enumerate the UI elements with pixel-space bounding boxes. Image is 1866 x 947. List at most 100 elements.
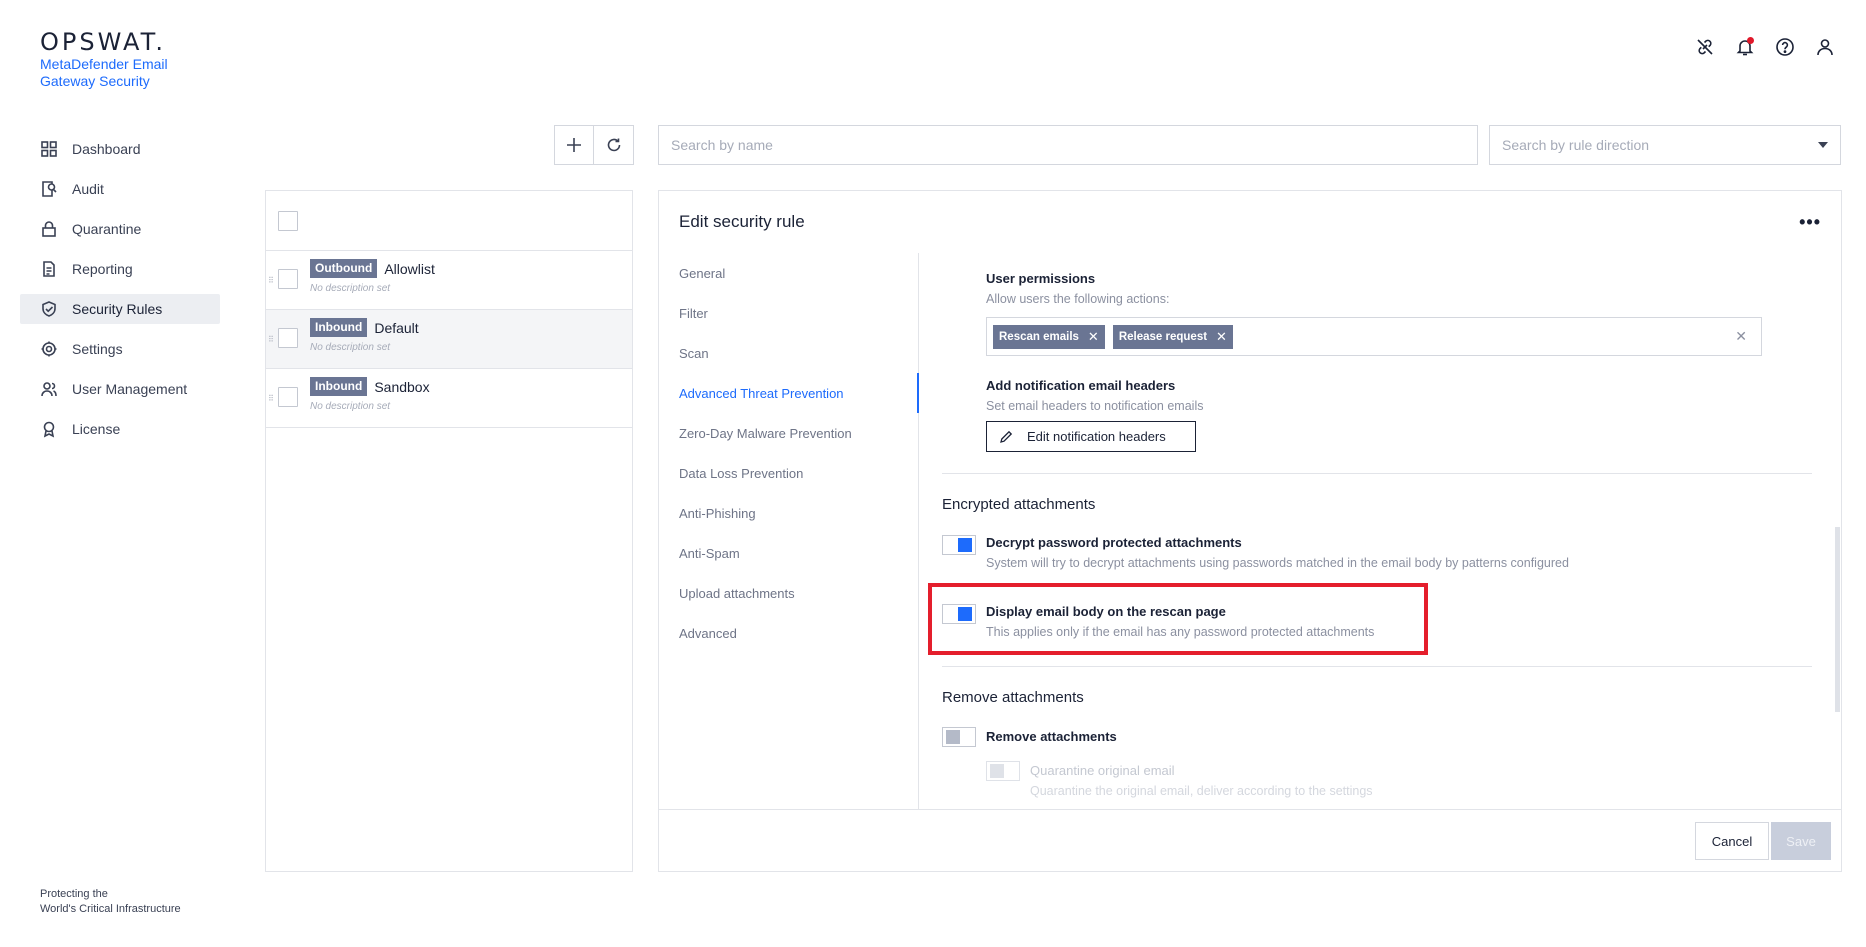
add-rule-button[interactable]: [554, 125, 594, 165]
scroll-thumb[interactable]: [1835, 527, 1840, 712]
permission-tag: Release request ✕: [1112, 324, 1233, 349]
notification-headers-desc: Set email headers to notification emails: [986, 399, 1204, 413]
rule-row[interactable]: ⠿ Inbound Sandbox No description set: [266, 369, 632, 428]
sidebar-item-label: Dashboard: [72, 141, 141, 157]
user-permissions-desc: Allow users the following actions:: [986, 292, 1170, 306]
sidebar-item-audit[interactable]: Audit: [20, 174, 220, 204]
quarantine-original-toggle[interactable]: [986, 761, 1020, 781]
sidebar-item-dashboard[interactable]: Dashboard: [20, 134, 220, 164]
permission-tag: Rescan emails ✕: [993, 324, 1105, 349]
tab-scan[interactable]: Scan: [659, 333, 918, 373]
select-all-checkbox[interactable]: [278, 210, 298, 231]
tab-advanced-threat-prevention[interactable]: Advanced Threat Prevention: [659, 373, 919, 413]
sidebar-item-license[interactable]: License: [20, 414, 220, 444]
rule-info: Inbound Sandbox No description set: [310, 377, 430, 412]
user-permissions-input[interactable]: Rescan emails ✕ Release request ✕ ✕: [986, 317, 1762, 356]
tab-content: User permissions Allow users the followi…: [920, 253, 1841, 809]
rule-checkbox[interactable]: [278, 387, 298, 407]
remove-tag-icon[interactable]: ✕: [1088, 329, 1099, 345]
rule-checkbox[interactable]: [278, 269, 298, 289]
rule-tabs: General Filter Scan Advanced Threat Prev…: [659, 253, 919, 809]
pencil-icon: [1000, 430, 1013, 443]
sidebar-nav: Dashboard Audit Quarantine Reporting Sec…: [20, 134, 220, 454]
product-name: MetaDefender Email Gateway Security: [40, 56, 168, 89]
tab-zero-day-malware-prevention[interactable]: Zero-Day Malware Prevention: [659, 413, 918, 453]
sidebar-item-label: Security Rules: [72, 301, 163, 317]
tab-anti-phishing[interactable]: Anti-Phishing: [659, 493, 918, 533]
notification-dot: [1747, 37, 1754, 44]
rule-row[interactable]: ⠿ Inbound Default No description set: [266, 310, 632, 369]
footer-line-2: World's Critical Infrastructure: [40, 903, 181, 915]
encrypted-attachments-title: Encrypted attachments: [942, 496, 1096, 513]
tag-label: Rescan emails: [999, 330, 1079, 343]
sidebar-item-reporting[interactable]: Reporting: [20, 254, 220, 284]
sidebar-item-label: Audit: [72, 181, 104, 197]
sidebar-item-quarantine[interactable]: Quarantine: [20, 214, 220, 244]
user-permissions-block: User permissions Allow users the followi…: [986, 271, 1169, 306]
edit-footer: Cancel Save: [659, 809, 1841, 871]
sidebar-item-label: Reporting: [72, 261, 133, 277]
rule-name: Default: [374, 319, 419, 336]
rule-description: No description set: [310, 342, 391, 353]
cancel-button[interactable]: Cancel: [1695, 822, 1769, 860]
remove-attachments-label: Remove attachments: [986, 729, 1117, 744]
tab-upload-attachments[interactable]: Upload attachments: [659, 573, 918, 613]
sidebar-item-user-management[interactable]: User Management: [20, 374, 220, 404]
decrypt-toggle[interactable]: [942, 535, 976, 555]
gear-icon: [40, 340, 58, 358]
display-email-body-title: Display email body on the rescan page: [986, 604, 1226, 619]
rule-checkbox[interactable]: [278, 328, 298, 348]
tag-label: Release request: [1118, 330, 1208, 343]
edit-security-rule-panel: Edit security rule ••• General Filter Sc…: [658, 190, 1842, 872]
edit-notification-headers-label: Edit notification headers: [1027, 429, 1166, 444]
toggle-knob: [990, 764, 1004, 778]
footer-tagline: Protecting the World's Critical Infrastr…: [40, 887, 181, 917]
remove-attachments-toggle[interactable]: [942, 727, 976, 747]
remove-tag-icon[interactable]: ✕: [1216, 329, 1227, 345]
rule-title: Inbound Default: [310, 318, 419, 337]
user-permissions-title: User permissions: [986, 271, 1096, 286]
content-scrollbar[interactable]: [1835, 253, 1840, 809]
sidebar-item-label: User Management: [72, 381, 188, 397]
rule-name: Allowlist: [384, 260, 435, 277]
tab-anti-spam[interactable]: Anti-Spam: [659, 533, 918, 573]
display-email-body-desc: This applies only if the email has any p…: [986, 625, 1375, 639]
rule-title: Inbound Sandbox: [310, 377, 430, 396]
clear-icon[interactable]: ✕: [1735, 328, 1747, 345]
refresh-button[interactable]: [594, 125, 634, 165]
quarantine-original-desc: Quarantine the original email, deliver a…: [1030, 784, 1373, 798]
tab-advanced[interactable]: Advanced: [659, 613, 918, 653]
drag-handle-icon[interactable]: ⠿: [268, 395, 274, 403]
tab-general[interactable]: General: [659, 253, 918, 293]
refresh-icon: [607, 138, 620, 152]
drag-handle-icon[interactable]: ⠿: [268, 277, 274, 285]
rule-row[interactable]: ⠿ Outbound Allowlist No description set: [266, 251, 632, 310]
lock-icon: [40, 220, 58, 238]
user-icon[interactable]: [1814, 36, 1836, 58]
search-input[interactable]: [658, 125, 1478, 165]
drag-handle-icon[interactable]: ⠿: [268, 336, 274, 344]
more-options-icon[interactable]: •••: [1799, 212, 1821, 233]
decrypt-block: Decrypt password protected attachments S…: [986, 535, 1569, 570]
sidebar-item-security-rules[interactable]: Security Rules: [20, 294, 220, 324]
rule-direction-select[interactable]: Search by rule direction: [1489, 125, 1841, 165]
toggle-knob: [946, 730, 960, 744]
rule-name: Sandbox: [374, 378, 430, 395]
link-icon[interactable]: [1694, 36, 1716, 58]
edit-notification-headers-button[interactable]: Edit notification headers: [986, 421, 1196, 452]
tab-filter[interactable]: Filter: [659, 293, 918, 333]
display-email-body-toggle[interactable]: [942, 604, 976, 624]
page-title: Edit security rule: [679, 212, 805, 231]
document-icon: [40, 260, 58, 278]
tab-data-loss-prevention[interactable]: Data Loss Prevention: [659, 453, 918, 493]
rules-list-header: [266, 191, 632, 251]
save-button[interactable]: Save: [1771, 822, 1831, 860]
help-icon[interactable]: [1774, 36, 1796, 58]
chevron-down-icon: [1818, 142, 1828, 148]
toggle-knob: [958, 607, 972, 621]
opswat-logo[interactable]: OPSWAT.: [40, 28, 166, 56]
shield-check-icon: [40, 300, 58, 318]
sidebar-item-settings[interactable]: Settings: [20, 334, 220, 364]
bell-icon[interactable]: [1734, 36, 1756, 58]
direction-badge: Inbound: [310, 377, 368, 396]
